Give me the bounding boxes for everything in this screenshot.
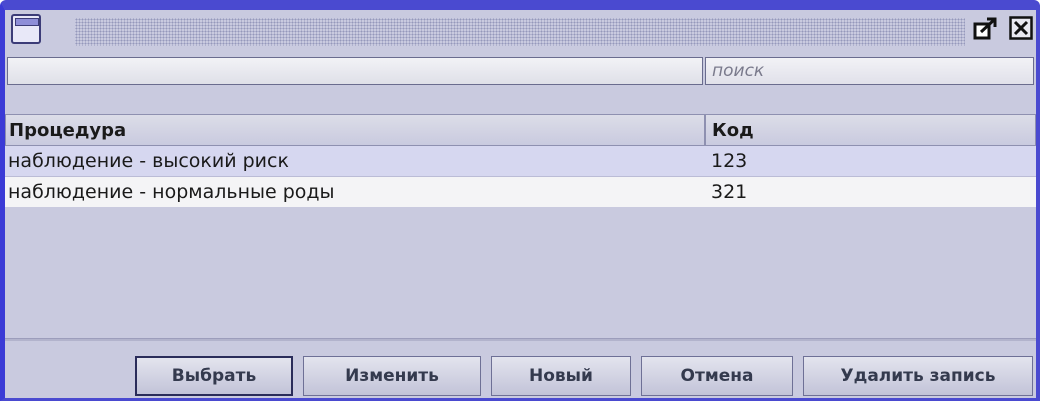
search-input[interactable] (705, 57, 1034, 85)
delete-record-button[interactable]: Удалить запись (803, 356, 1033, 396)
filter-field[interactable] (7, 57, 703, 85)
edit-button[interactable]: Изменить (303, 356, 481, 396)
maximize-icon[interactable] (973, 16, 999, 42)
column-header-procedure[interactable]: Процедура (5, 114, 705, 146)
table-header: Процедура Код (5, 114, 1036, 146)
cell-procedure: наблюдение - нормальные роды (8, 181, 335, 203)
cell-code: 321 (711, 181, 748, 203)
select-button[interactable]: Выбрать (135, 356, 293, 396)
cell-procedure: наблюдение - высокий риск (8, 150, 289, 172)
procedures-table: Процедура Код наблюдение - высокий риск … (5, 114, 1036, 207)
divider (5, 338, 1036, 341)
close-icon[interactable] (1009, 16, 1033, 40)
table-empty-area (5, 210, 1036, 338)
title-bar[interactable] (5, 10, 1036, 54)
dialog-window: Процедура Код наблюдение - высокий риск … (0, 0, 1040, 401)
table-row[interactable]: наблюдение - нормальные роды 321 (5, 177, 1036, 207)
cell-code: 123 (711, 150, 748, 172)
new-button[interactable]: Новый (491, 356, 631, 396)
app-window-icon[interactable] (11, 14, 41, 44)
table-row[interactable]: наблюдение - высокий риск 123 (5, 146, 1036, 177)
search-row (5, 57, 1036, 87)
title-bar-texture (75, 18, 965, 46)
cancel-button[interactable]: Отмена (641, 356, 793, 396)
column-header-code[interactable]: Код (705, 114, 1036, 146)
